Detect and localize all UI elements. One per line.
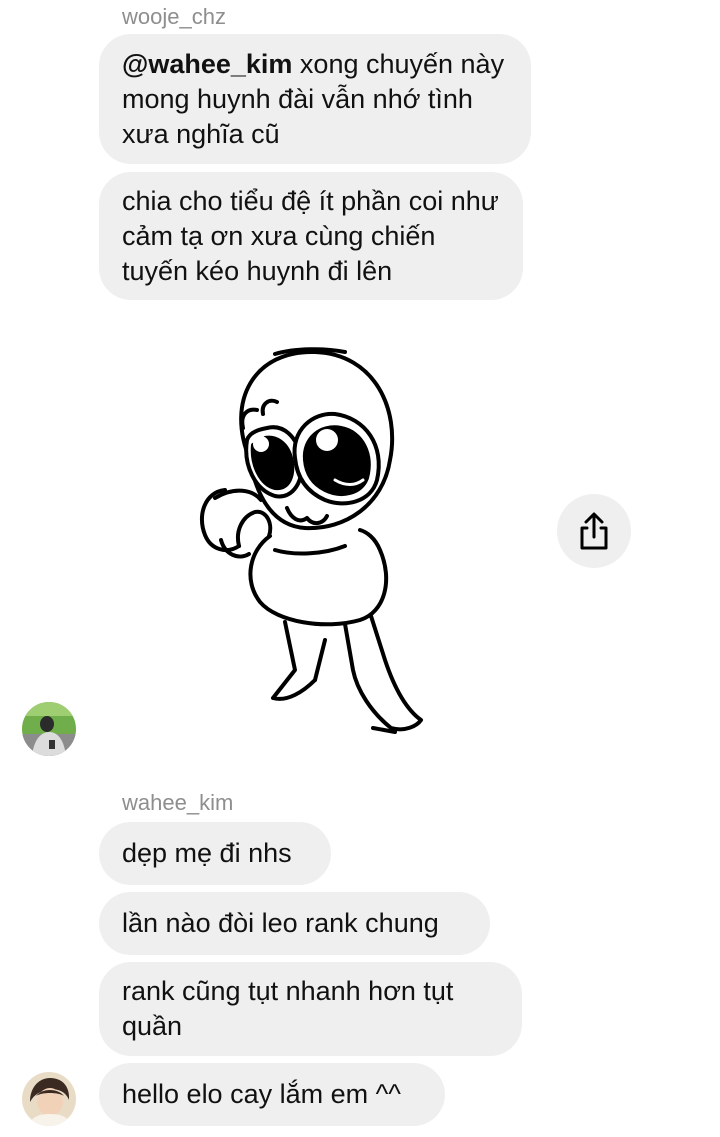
message-bubble[interactable]: @wahee_kim xong chuyến này mong huynh đà… bbox=[99, 34, 531, 164]
user-avatar-photo bbox=[22, 702, 76, 756]
message-bubble[interactable]: lần nào đòi leo rank chung bbox=[99, 892, 490, 955]
message-bubble[interactable]: rank cũng tụt nhanh hơn tụt quần bbox=[99, 962, 522, 1056]
avatar[interactable] bbox=[22, 1072, 76, 1126]
message-text: rank cũng tụt nhanh hơn tụt quần bbox=[122, 976, 454, 1041]
message-text: dẹp mẹ đi nhs bbox=[122, 838, 292, 868]
avatar[interactable] bbox=[22, 702, 76, 756]
user-avatar-photo bbox=[22, 1072, 76, 1126]
message-text: lần nào đòi leo rank chung bbox=[122, 908, 439, 938]
sender-name[interactable]: wahee_kim bbox=[122, 792, 233, 814]
message-text: hello elo cay lắm em ^^ bbox=[122, 1079, 401, 1109]
share-icon bbox=[580, 512, 608, 550]
share-button[interactable] bbox=[557, 494, 631, 568]
mention-link[interactable]: @wahee_kim bbox=[122, 49, 292, 79]
message-bubble[interactable]: dẹp mẹ đi nhs bbox=[99, 822, 331, 885]
sender-name[interactable]: wooje_chz bbox=[122, 6, 226, 28]
message-bubble[interactable]: hello elo cay lắm em ^^ bbox=[99, 1063, 445, 1126]
message-text: chia cho tiểu đệ ít phần coi như cảm tạ … bbox=[122, 185, 499, 286]
message-bubble[interactable]: chia cho tiểu đệ ít phần coi như cảm tạ … bbox=[99, 172, 523, 300]
cartoon-character-sticker[interactable] bbox=[195, 340, 435, 740]
